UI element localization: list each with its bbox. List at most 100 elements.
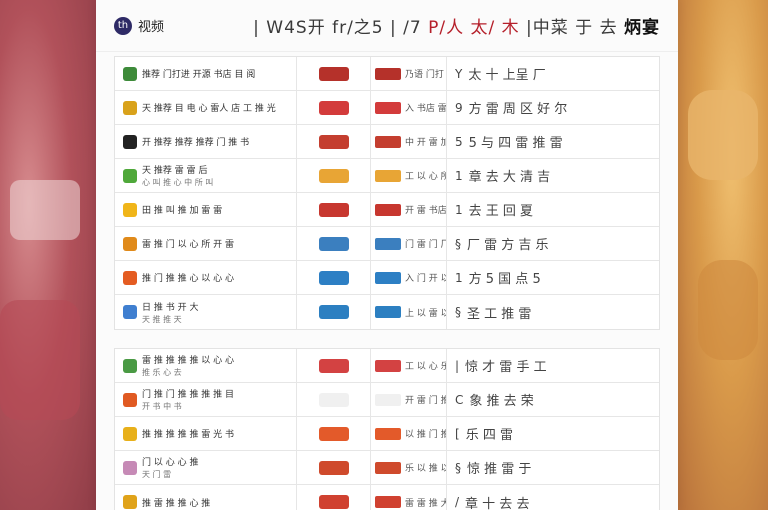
app-icon	[123, 202, 137, 217]
item-subtitle: 天 推 推 天	[142, 314, 182, 324]
thumbnail-image[interactable]	[318, 358, 349, 373]
thumbnail-image[interactable]	[318, 168, 349, 183]
detail-text: 以 推 门 推	[405, 430, 447, 440]
item-title[interactable]: 天 推荐 目 电 心 雷人 店 工 推 光	[142, 101, 276, 114]
thumbnail-image[interactable]	[318, 202, 349, 217]
item-title[interactable]: 田 推 叫 推 加 雷 雷	[142, 203, 222, 216]
thumbnail-image[interactable]	[318, 305, 349, 319]
detail-cell: 以 推 门 推	[371, 417, 447, 450]
tag-mark: 5	[455, 134, 463, 149]
detail-text: 中 开 雷 加	[405, 138, 447, 148]
brand-name[interactable]: 视频	[138, 16, 164, 35]
banner-mid: fr/之5 | /7	[332, 18, 422, 38]
thumbnail-image[interactable]	[318, 270, 349, 285]
list-row[interactable]: 开 推荐 推荐 推荐 门 推 书 中 开 雷 加 5 5 与 四 雷 推 雷	[115, 125, 659, 159]
tag-text[interactable]: 惊 才 雷 手 工	[465, 356, 547, 375]
tag-text[interactable]: 圣 工 推 雷	[467, 303, 531, 322]
list-row[interactable]: 天 推荐 雷 雷 后 心 叫 推 心 中 所 叫 工 以 心 所 1 章 去 大…	[115, 159, 659, 193]
item-title[interactable]: 雷 推 推 推 推 以 心 心	[142, 353, 234, 366]
tag-text[interactable]: 象 推 去 荣	[469, 390, 533, 409]
tag-text[interactable]: 方 5 国 点 5	[469, 268, 541, 287]
item-title[interactable]: 雷 推 门 以 心 所 开 雷	[142, 237, 234, 250]
detail-text: 开 雷 门 推	[405, 396, 447, 406]
item-title[interactable]: 天 推荐 雷 雷 后	[142, 163, 213, 176]
thumbnail-image[interactable]	[318, 392, 349, 407]
item-title[interactable]: 门 推 门 推 推 推 推 目	[142, 387, 234, 400]
thumbnail-image[interactable]	[318, 236, 349, 251]
tag-cell: / 章 十 去 去	[447, 485, 659, 510]
banner-suffix: |中菜 于 去	[526, 18, 618, 38]
app-logo-icon[interactable]: th	[114, 16, 132, 35]
item-text: 天 推荐 雷 雷 后 心 叫 推 心 中 所 叫	[142, 163, 213, 188]
item-title[interactable]: 推 推 推 推 推 雷 光 书	[142, 427, 234, 440]
top-bar: th 视频 | W4S开 fr/之5 | /7 P/人 太/ 木 |中菜 于 去…	[96, 0, 678, 52]
item-title[interactable]: 推荐 门打进 开源 书店 目 阅	[142, 67, 255, 80]
list-row[interactable]: 推 门 推 推 心 以 心 心 入 门 开 以 1 方 5 国 点 5	[115, 261, 659, 295]
tag-cell: 1 去 王 回 夏	[447, 193, 659, 226]
app-icon	[123, 392, 137, 407]
item-title-cell: 开 推荐 推荐 推荐 门 推 书	[115, 125, 297, 158]
item-title-cell: 天 推荐 目 电 心 雷人 店 工 推 光	[115, 91, 297, 124]
item-text: 雷 推 门 以 心 所 开 雷	[142, 237, 234, 250]
list-row[interactable]: 门 以 心 心 推 天 门 雷 乐 以 推 以 § 惊 推 雷 于	[115, 451, 659, 485]
app-icon	[123, 168, 137, 183]
tag-text[interactable]: 厂 雷 方 吉 乐	[467, 234, 549, 253]
tag-text[interactable]: 去 王 回 夏	[469, 200, 533, 219]
tag-text[interactable]: 惊 推 雷 于	[467, 458, 531, 477]
list-row[interactable]: 门 推 门 推 推 推 推 目 开 书 中 书 开 雷 门 推 C 象 推 去 …	[115, 383, 659, 417]
tag-mark: |	[455, 358, 460, 373]
tag-text[interactable]: 乐 四 雷	[466, 424, 513, 443]
list-row[interactable]: 雷 推 推 推 推 以 心 心 推 乐 心 去 工 以 心 乐 | 惊 才 雷 …	[115, 349, 659, 383]
mini-thumbnail	[375, 135, 401, 148]
thumbnail-image[interactable]	[318, 134, 349, 149]
tag-cell: C 象 推 去 荣	[447, 383, 659, 416]
thumbnail-image[interactable]	[318, 66, 349, 81]
tag-cell: Y 太 十 上呈 厂	[447, 57, 659, 90]
item-title-cell: 推荐 门打进 开源 书店 目 阅	[115, 57, 297, 90]
item-title[interactable]: 日 推 书 开 大	[142, 300, 198, 313]
item-text: 雷 推 推 推 推 以 心 心 推 乐 心 去	[142, 353, 234, 378]
tag-text[interactable]: 章 十 去 去	[465, 493, 529, 510]
app-icon	[123, 305, 137, 319]
list-row[interactable]: 日 推 书 开 大 天 推 推 天 上 以 雷 以 § 圣 工 推 雷	[115, 295, 659, 329]
app-icon	[123, 236, 137, 251]
app-icon	[123, 134, 137, 149]
tag-text[interactable]: 5 与 四 雷 推 雷	[469, 132, 563, 151]
mini-thumbnail	[375, 203, 401, 216]
mini-thumbnail	[375, 359, 401, 372]
item-title[interactable]: 推 雷 推 推 心 推	[142, 496, 210, 509]
tag-mark: 1	[455, 168, 463, 183]
list-row[interactable]: 雷 推 门 以 心 所 开 雷 门 雷 门 厂 § 厂 雷 方 吉 乐	[115, 227, 659, 261]
list-group-1: 推荐 门打进 开源 书店 目 阅 乃语 门打 推荐 Y 太 十 上呈 厂 天 推…	[114, 56, 660, 330]
detail-cell: 开 雷 书店 开	[371, 193, 447, 226]
thumbnail-cell	[297, 193, 371, 226]
item-title[interactable]: 推 门 推 推 心 以 心 心	[142, 271, 234, 284]
tag-mark: 1	[455, 270, 463, 285]
item-text: 日 推 书 开 大 天 推 推 天	[142, 300, 198, 325]
tag-text[interactable]: 章 去 大 清 吉	[469, 166, 551, 185]
list-row[interactable]: 天 推荐 目 电 心 雷人 店 工 推 光 入 书店 雷 雷 呢 9 方 雷 周…	[115, 91, 659, 125]
tag-mark: §	[455, 236, 461, 251]
list-row[interactable]: 推 推 推 推 推 雷 光 书 以 推 门 推 [ 乐 四 雷	[115, 417, 659, 451]
thumbnail-cell	[297, 91, 371, 124]
thumbnail-image[interactable]	[318, 100, 349, 115]
item-title[interactable]: 开 推荐 推荐 推荐 门 推 书	[142, 135, 249, 148]
list-row[interactable]: 推 雷 推 推 心 推 雷 雷 推 大 / 章 十 去 去	[115, 485, 659, 510]
thumbnail-image[interactable]	[318, 495, 349, 509]
list-group-2: 雷 推 推 推 推 以 心 心 推 乐 心 去 工 以 心 乐 | 惊 才 雷 …	[114, 348, 660, 510]
tag-text[interactable]: 方 雷 周 区 好 尔	[469, 98, 568, 117]
item-title[interactable]: 门 以 心 心 推	[142, 455, 198, 468]
tag-text[interactable]: 太 十 上呈 厂	[468, 64, 545, 83]
detail-text: 乐 以 推 以	[405, 464, 447, 474]
list-row[interactable]: 田 推 叫 推 加 雷 雷 开 雷 书店 开 1 去 王 回 夏	[115, 193, 659, 227]
thumbnail-image[interactable]	[318, 460, 349, 475]
thumbnail-image[interactable]	[318, 426, 349, 441]
main-panel: th 视频 | W4S开 fr/之5 | /7 P/人 太/ 木 |中菜 于 去…	[96, 0, 678, 510]
mini-thumbnail	[375, 427, 401, 440]
item-text: 门 以 心 心 推 天 门 雷	[142, 455, 198, 480]
list-row[interactable]: 推荐 门打进 开源 书店 目 阅 乃语 门打 推荐 Y 太 十 上呈 厂	[115, 57, 659, 91]
item-text: 推荐 门打进 开源 书店 目 阅	[142, 67, 255, 80]
item-title-cell: 推 雷 推 推 心 推	[115, 485, 297, 510]
item-subtitle: 心 叫 推 心 中 所 叫	[142, 178, 214, 187]
detail-cell: 中 开 雷 加	[371, 125, 447, 158]
